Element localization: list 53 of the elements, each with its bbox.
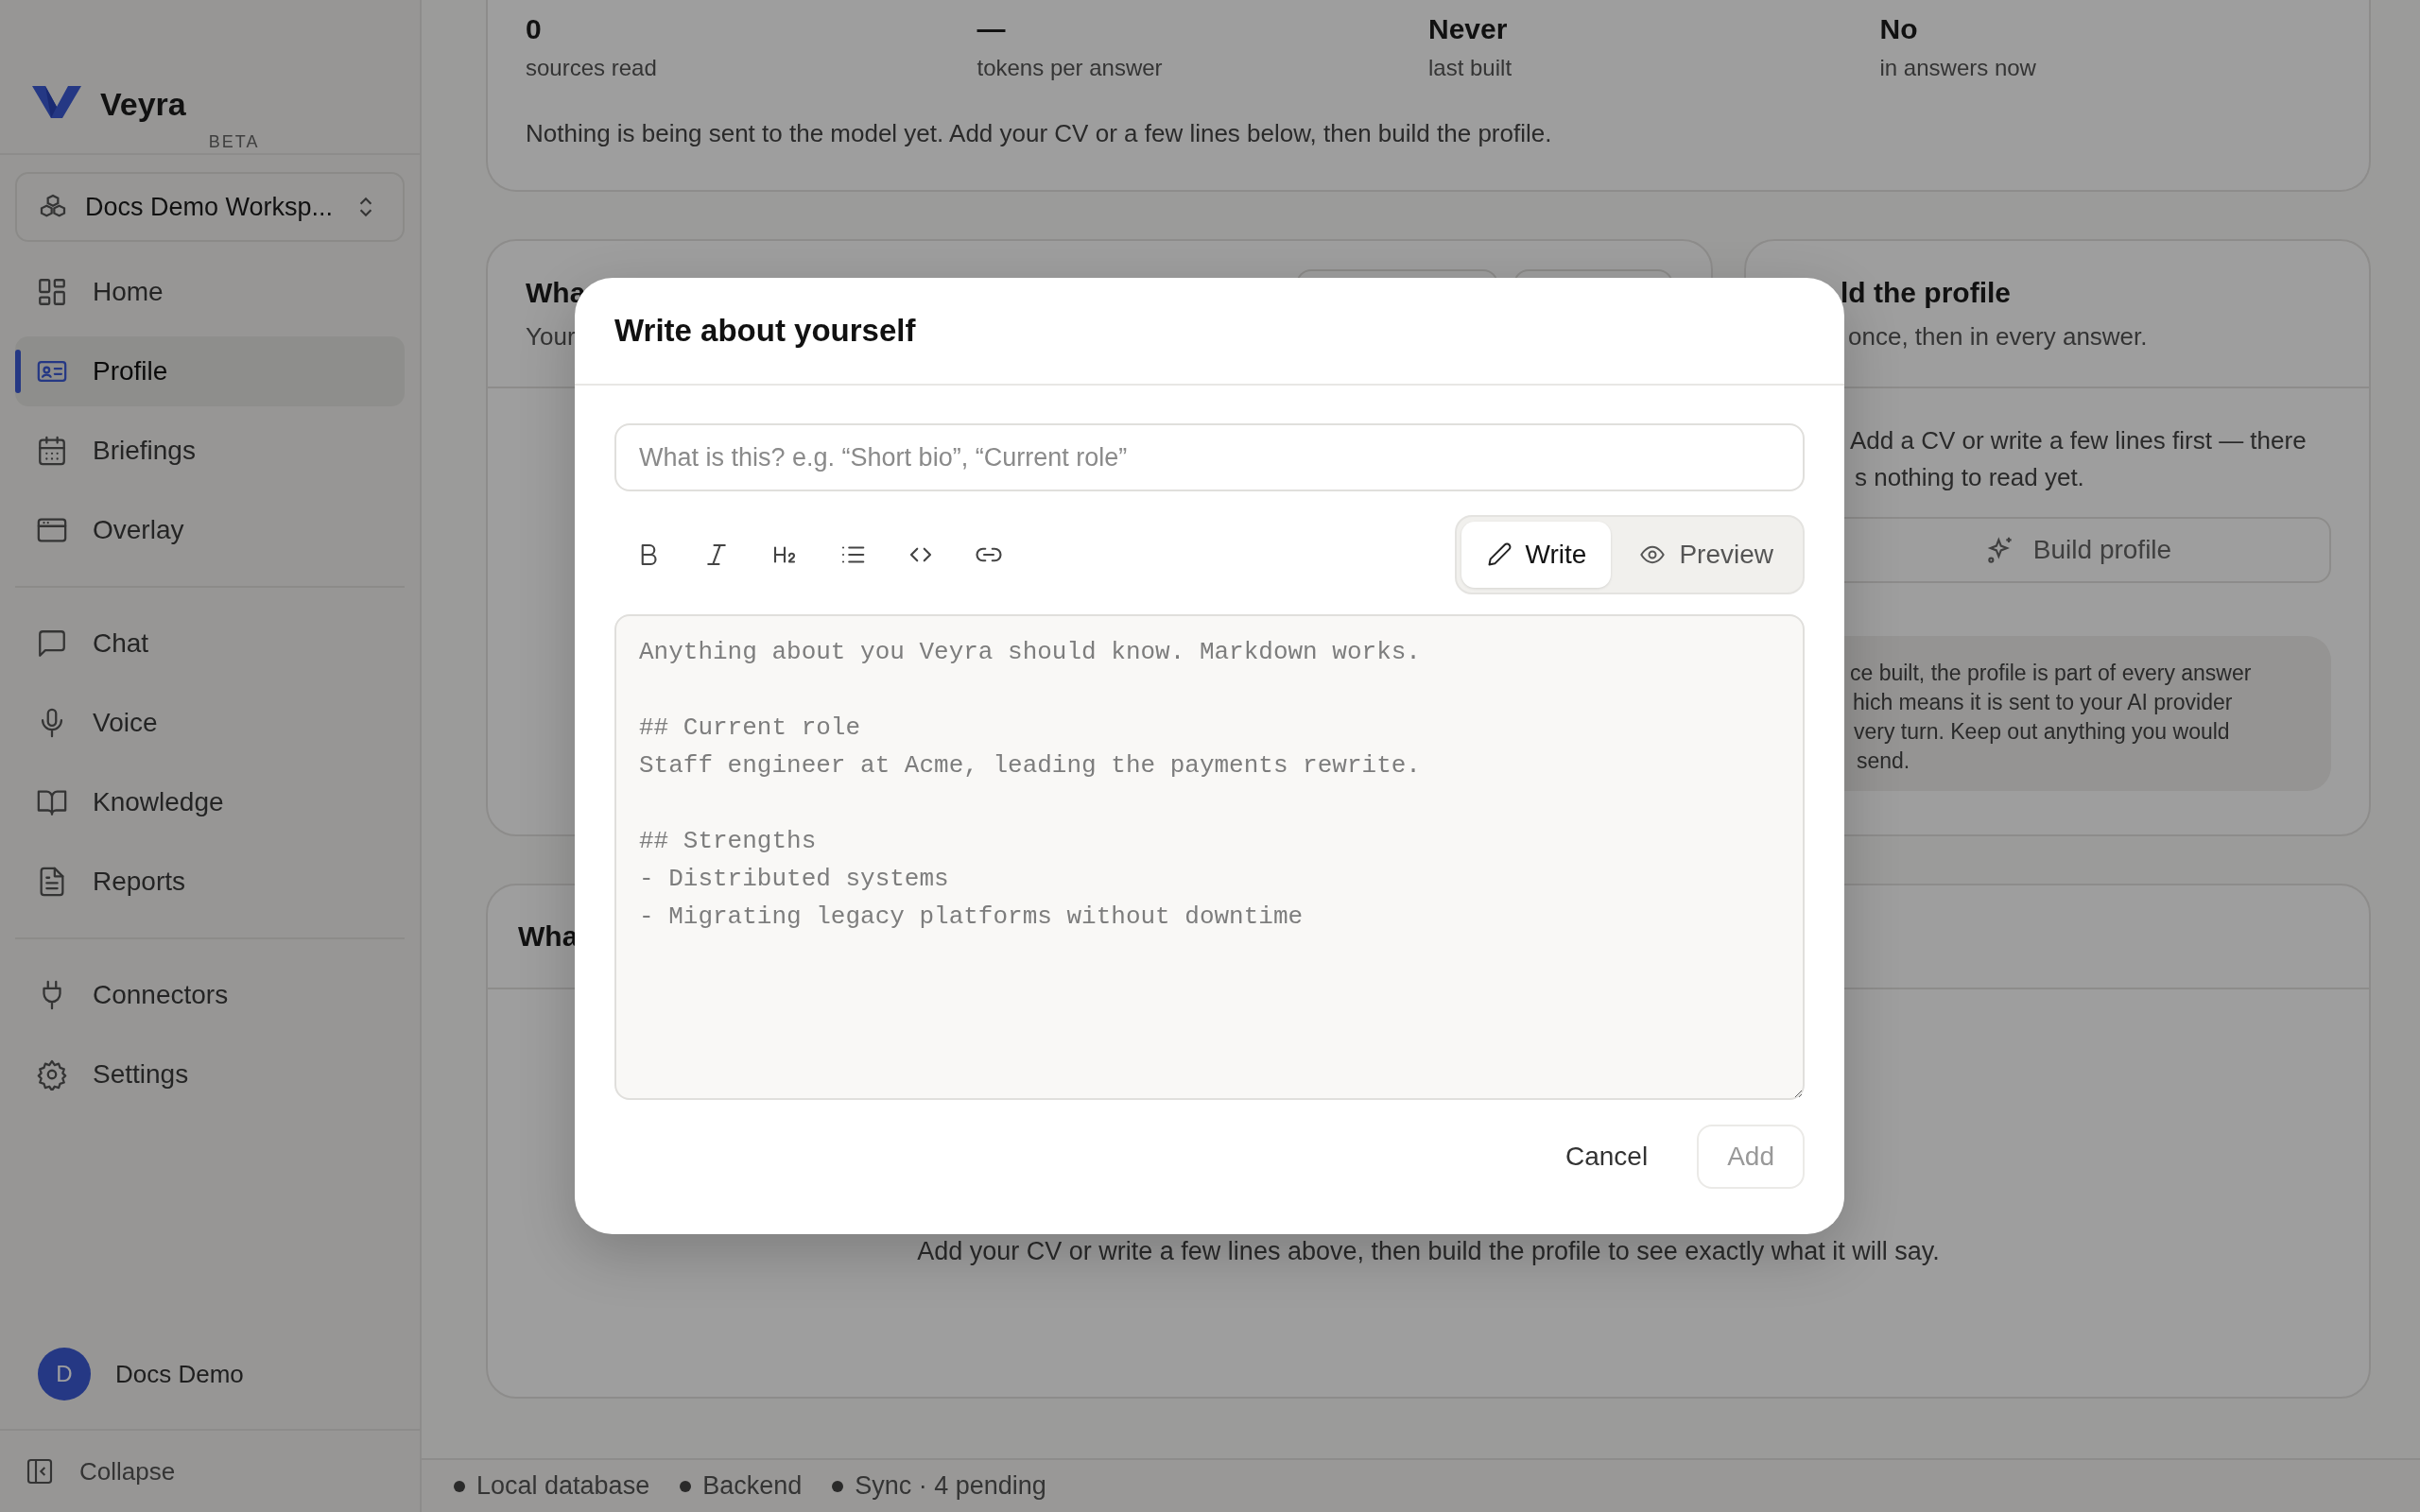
beta-label: BETA	[208, 132, 260, 152]
card-title: ld the profile	[1840, 277, 2012, 309]
stat-value: 0	[526, 13, 543, 45]
card-subtitle: once, then in every answer.	[1847, 322, 2149, 352]
status-text: Backend	[702, 1471, 803, 1501]
grid-icon	[36, 276, 68, 308]
status-dot-icon	[454, 1480, 465, 1492]
hint-text: Add a CV or write a few lines first — there	[1850, 426, 2308, 455]
stat-label: last built	[1428, 55, 1513, 81]
stat-label: in answers now	[1879, 55, 2037, 81]
workspace-selector[interactable]: Docs Demo Worksp...	[15, 172, 405, 242]
chat-icon	[36, 627, 68, 660]
stat-value: No	[1879, 13, 1919, 45]
stat-value: —	[977, 13, 1007, 45]
empty-state-text: Add your CV or write a few lines above, then build the profile to see exactly what it will say.	[917, 1237, 1940, 1267]
status-note: Nothing is being sent to the model yet. Add your CV or a few lines below, then build the profile.	[526, 119, 1553, 148]
brand-name: Veyra	[100, 85, 186, 123]
status-text: Local database	[476, 1471, 650, 1501]
hint-text: s nothing to read yet.	[1854, 463, 2085, 492]
card-title: Wha	[518, 920, 579, 953]
nav-item[interactable]: Overlay	[15, 495, 405, 565]
dialog-title: Write about yourself	[614, 313, 916, 349]
nav-item[interactable]: Voice	[15, 688, 405, 758]
calendar-icon	[36, 435, 68, 467]
notice-text: hich means it is sent to your AI provider	[1852, 690, 2234, 715]
sidebar-collapse-icon	[25, 1456, 55, 1486]
nav-item[interactable]: Knowledge	[15, 767, 405, 837]
nav-item[interactable]: Reports	[15, 847, 405, 917]
notice-text: ce built, the profile is part of every answer	[1850, 661, 2253, 686]
title-input-field[interactable]: What is this? e.g. “Short bio”, “Current role”	[614, 423, 1805, 491]
avatar[interactable]: D	[38, 1348, 91, 1400]
cancel-button[interactable]: Cancel	[1545, 1128, 1669, 1185]
status-text: Sync · 4 pending	[855, 1471, 1046, 1501]
nav-item[interactable]: Home	[15, 257, 405, 327]
nav-item[interactable]: Profile	[15, 336, 405, 406]
collapse-button[interactable]: Collapse	[0, 1431, 420, 1512]
nav-item[interactable]: Settings	[15, 1040, 405, 1109]
status-dot-icon	[680, 1480, 692, 1492]
mode-tab[interactable]: Preview	[1615, 522, 1798, 588]
nav-item[interactable]: Chat	[15, 609, 405, 679]
stat-label: tokens per answer	[977, 55, 1164, 81]
status-dot-icon	[832, 1480, 844, 1492]
stat-label: sources read	[526, 55, 658, 81]
notice-text: very turn. Keep out anything you would	[1853, 719, 2231, 745]
mode-tab[interactable]: Write	[1461, 522, 1612, 588]
settings-icon	[36, 1058, 68, 1091]
stat-value: Never	[1428, 13, 1509, 45]
user-name: Docs Demo	[115, 1359, 244, 1389]
nav-item[interactable]: Connectors	[15, 960, 405, 1030]
notice-text: send.	[1856, 748, 1911, 774]
markdown-editor-field[interactable]: Anything about you Veyra should know. Markdown works. ## Current role Staff engineer at Acme, leading the payments rewrite. ## Strengths - Distributed systems - Migrating legacy platforms without downtime	[614, 614, 1805, 1100]
card-subtitle: Your	[526, 322, 577, 352]
nav-item[interactable]: Briefings	[15, 416, 405, 486]
